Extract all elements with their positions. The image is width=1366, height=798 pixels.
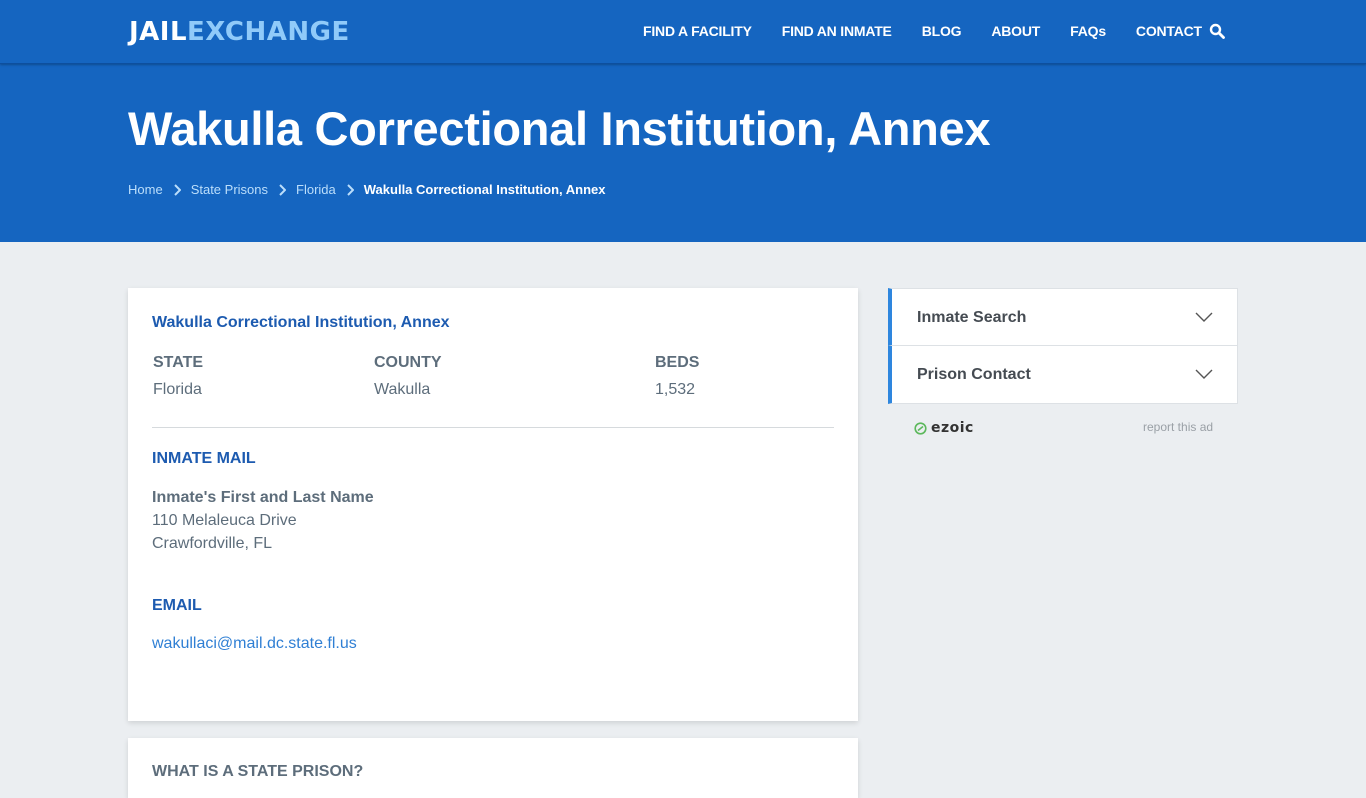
chevron-right-icon: [279, 183, 287, 196]
nav-find-inmate[interactable]: FIND AN INMATE: [782, 23, 892, 39]
ezoic-badge[interactable]: ezoic: [914, 420, 974, 436]
county-label: COUNTY: [374, 354, 442, 371]
logo-jail: JAIL: [129, 17, 188, 47]
mailing-address: Inmate's First and Last Name 110 Melaleu…: [152, 486, 374, 555]
beds-label: BEDS: [655, 354, 700, 371]
beds-value: 1,532: [655, 381, 696, 398]
breadcrumb-state-prisons[interactable]: State Prisons: [191, 182, 268, 197]
email-link[interactable]: wakullaci@mail.dc.state.fl.us: [152, 635, 357, 653]
state-label: STATE: [153, 354, 204, 371]
county-field: COUNTY Wakulla: [374, 354, 442, 399]
beds-field: BEDS 1,532: [655, 354, 699, 399]
breadcrumb-home[interactable]: Home: [128, 182, 163, 197]
nav-about[interactable]: ABOUT: [991, 23, 1040, 39]
email-heading: EMAIL: [152, 597, 202, 614]
chevron-right-icon: [173, 183, 181, 196]
nav-find-facility[interactable]: FIND A FACILITY: [643, 23, 752, 39]
nav-contact[interactable]: CONTACT: [1136, 23, 1202, 39]
accordion-prison-contact[interactable]: Prison Contact: [888, 346, 1238, 404]
facility-name: Wakulla Correctional Institution, Annex: [152, 314, 450, 331]
top-navbar: JAILEXCHANGE FIND A FACILITY FIND AN INM…: [0, 0, 1366, 64]
search-icon[interactable]: [1209, 23, 1225, 39]
county-value: Wakulla: [374, 381, 431, 398]
state-value: Florida: [153, 381, 202, 398]
report-ad-link[interactable]: report this ad: [1143, 420, 1213, 434]
sidebar: Inmate Search Prison Contact: [888, 288, 1238, 404]
nav-faqs[interactable]: FAQs: [1070, 23, 1106, 39]
page-title: Wakulla Correctional Institution, Annex: [128, 102, 991, 155]
section-heading: WHAT IS A STATE PRISON?: [152, 763, 364, 780]
breadcrumb-florida[interactable]: Florida: [296, 182, 336, 197]
breadcrumb: Home State Prisons Florida Wakulla Corre…: [128, 182, 606, 197]
chevron-right-icon: [347, 183, 354, 196]
inmate-mail-heading: INMATE MAIL: [152, 450, 256, 467]
site-logo[interactable]: JAILEXCHANGE: [129, 17, 350, 47]
facility-card: Wakulla Correctional Institution, Annex …: [128, 288, 858, 721]
address-street: 110 Melaleuca Drive: [152, 512, 297, 529]
main-nav: FIND A FACILITY FIND AN INMATE BLOG ABOU…: [643, 23, 1232, 39]
accordion-inmate-search[interactable]: Inmate Search: [888, 288, 1238, 346]
breadcrumb-current: Wakulla Correctional Institution, Annex: [363, 182, 606, 197]
accordion-title: Inmate Search: [917, 309, 1027, 326]
ezoic-logo-icon: [914, 421, 927, 435]
address-city: Crawfordville, FL: [152, 535, 273, 552]
logo-exchange: EXCHANGE: [187, 17, 350, 47]
chevron-down-icon: [1195, 369, 1213, 379]
divider: [152, 427, 834, 428]
accordion-title: Prison Contact: [917, 366, 1031, 383]
nav-blog[interactable]: BLOG: [922, 23, 962, 39]
ezoic-wordmark: ezoic: [931, 420, 974, 436]
chevron-down-icon: [1195, 312, 1213, 322]
page-header: Wakulla Correctional Institution, Annex …: [0, 64, 1366, 242]
info-card: WHAT IS A STATE PRISON?: [128, 738, 858, 798]
address-name-line: Inmate's First and Last Name: [152, 489, 374, 506]
state-field: STATE Florida: [153, 354, 203, 399]
